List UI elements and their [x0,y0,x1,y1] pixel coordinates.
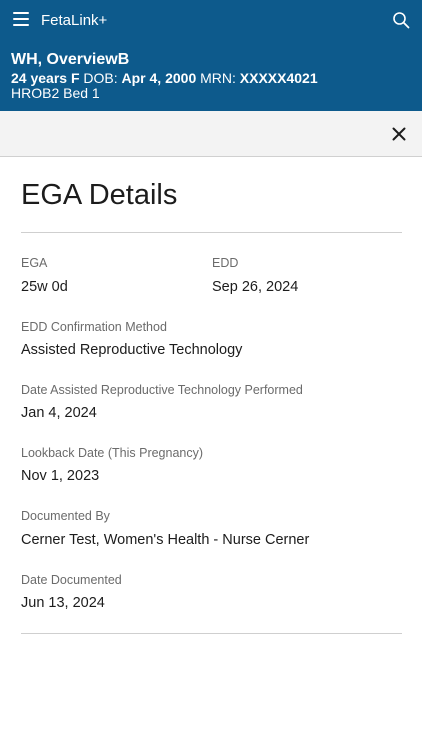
patient-demographics: 24 years F DOB: Apr 4, 2000 MRN: XXXXX40… [11,70,318,86]
ega-label: EGA [21,256,48,270]
title-divider [21,232,402,233]
art-date-value: Jan 4, 2024 [21,405,97,421]
art-date-label: Date Assisted Reproductive Technology Pe… [21,383,303,397]
page-title: EGA Details [21,179,178,211]
close-icon[interactable] [392,127,406,141]
ega-value: 25w 0d [21,279,68,295]
dob-label: DOB: [83,70,118,86]
patient-name: WH, OverviewB [11,51,130,68]
documented-by-value: Cerner Test, Women's Health - Nurse Cern… [21,532,310,548]
patient-age-sex: 24 years F [11,70,80,86]
bottom-divider [21,633,402,634]
patient-dob: Apr 4, 2000 [121,70,197,86]
patient-banner: WH, OverviewB 24 years F DOB: Apr 4, 200… [0,40,422,111]
mrn-label: MRN: [200,70,236,86]
date-documented-label: Date Documented [21,573,122,587]
edd-value: Sep 26, 2024 [212,279,299,295]
app-header: FetaLink+ [0,0,422,40]
search-icon[interactable] [392,11,410,29]
date-documented-value: Jun 13, 2024 [21,595,105,611]
patient-location: HROB2 Bed 1 [11,85,100,101]
documented-by-label: Documented By [21,509,110,523]
patient-mrn: XXXXX4021 [239,70,318,86]
modal-toolbar [0,111,422,157]
lookback-date-value: Nov 1, 2023 [21,468,100,484]
hamburger-menu-icon[interactable] [13,12,29,26]
lookback-date-label: Lookback Date (This Pregnancy) [21,446,204,460]
app-title: FetaLink+ [41,12,108,29]
edd-confirmation-value: Assisted Reproductive Technology [21,342,243,358]
edd-confirmation-label: EDD Confirmation Method [21,320,167,334]
edd-label: EDD [212,256,239,270]
